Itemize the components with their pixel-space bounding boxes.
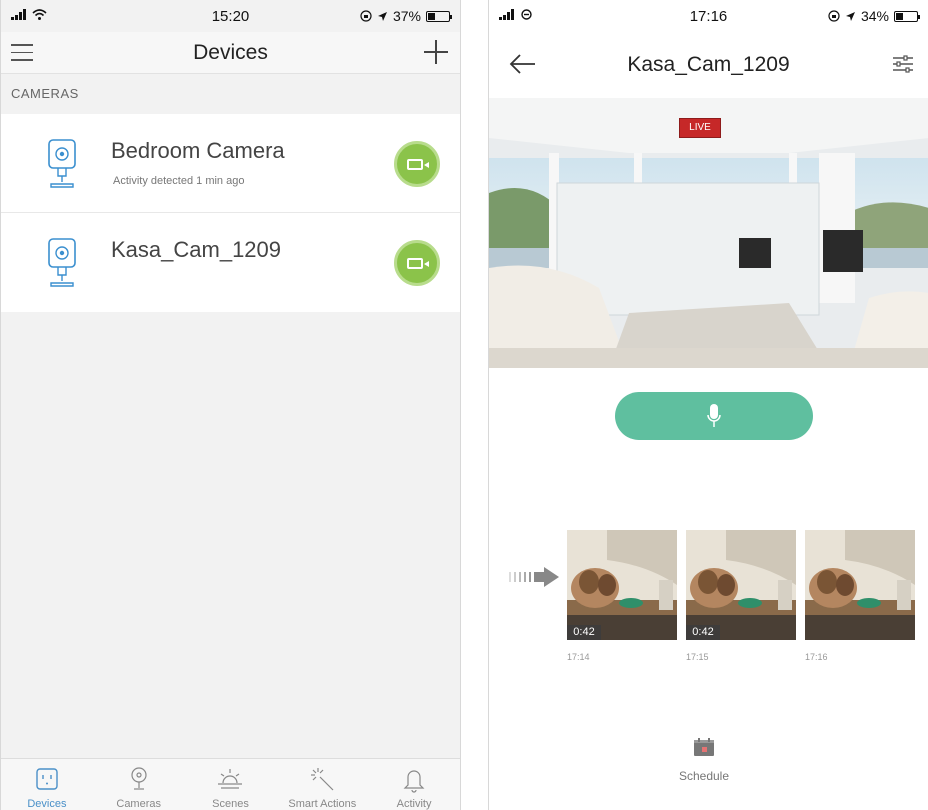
device-status: Activity detected 1 min ago	[113, 175, 245, 187]
dog-clip-image	[567, 530, 677, 640]
calendar-icon	[694, 738, 714, 756]
location-icon	[845, 11, 855, 21]
camera-device-icon	[48, 139, 76, 188]
live-camera-feed[interactable]: LIVE	[489, 98, 928, 368]
dog-clip-image	[805, 530, 915, 640]
battery-icon	[894, 10, 920, 22]
add-device-icon[interactable]	[424, 40, 448, 64]
tab-label: Cameras	[116, 798, 161, 810]
device-row-kasa-cam-1209[interactable]: Kasa_Cam_1209	[1, 213, 460, 312]
page-title: Devices	[193, 41, 268, 64]
battery-percent: 34%	[860, 8, 889, 24]
video-camera-icon	[406, 257, 429, 269]
section-label-cameras: CAMERAS	[11, 86, 79, 101]
tab-bar: Devices Cameras Scenes Smart Actions Act…	[1, 758, 460, 810]
status-bar: 17:16 34%	[489, 0, 928, 32]
clip-time: 17:16	[805, 652, 828, 662]
nav-bar: Kasa_Cam_1209	[489, 32, 928, 98]
outlet-icon	[36, 768, 58, 790]
tab-cameras[interactable]: Cameras	[93, 759, 185, 810]
tab-label: Devices	[27, 798, 67, 810]
clip-thumbnail[interactable]: 0:42	[567, 530, 677, 640]
timeline-arrow-icon	[509, 567, 559, 587]
talk-button[interactable]	[615, 392, 813, 440]
bell-icon	[403, 770, 425, 793]
settings-sliders-icon[interactable]	[892, 53, 914, 75]
schedule-button[interactable]: Schedule	[674, 738, 734, 783]
sunrise-icon	[218, 769, 243, 789]
live-view-button[interactable]	[394, 141, 440, 187]
nav-bar: Devices	[1, 32, 460, 74]
camera-screen: 17:16 34% Kasa_Cam_1209 LIVE 0:42 0:42 1…	[488, 0, 928, 810]
battery-percent: 37%	[392, 8, 421, 24]
device-list: Bedroom Camera Activity detected 1 min a…	[1, 114, 460, 312]
device-name: Bedroom Camera	[111, 138, 285, 163]
battery-icon	[426, 10, 452, 22]
clip-duration: 0:42	[567, 625, 601, 640]
tab-activity[interactable]: Activity	[368, 759, 460, 810]
tab-devices[interactable]: Devices	[1, 759, 93, 810]
microphone-icon	[707, 404, 721, 427]
page-title: Kasa_Cam_1209	[627, 53, 790, 76]
devices-screen: 15:20 37% Devices CAMERAS Bedroom Camera…	[0, 0, 461, 810]
clip-thumbnail[interactable]: 0:42	[686, 530, 796, 640]
living-room-image	[489, 98, 928, 368]
tab-label: Smart Actions	[288, 798, 357, 810]
location-icon	[377, 11, 387, 21]
device-row-bedroom-camera[interactable]: Bedroom Camera Activity detected 1 min a…	[1, 114, 460, 213]
live-view-button[interactable]	[394, 240, 440, 286]
clip-duration: 0:42	[686, 625, 720, 640]
clip-list: 0:42 0:42	[567, 530, 915, 640]
rotation-lock-icon	[360, 10, 372, 22]
tab-label: Activity	[396, 798, 432, 810]
magic-wand-icon	[311, 768, 334, 791]
status-bar: 15:20 37%	[1, 0, 460, 32]
clip-thumbnail[interactable]	[805, 530, 915, 640]
device-name: Kasa_Cam_1209	[111, 237, 282, 262]
clip-time: 17:14	[567, 652, 590, 662]
dog-clip-image	[686, 530, 796, 640]
rotation-lock-icon	[828, 10, 840, 22]
tab-scenes[interactable]: Scenes	[185, 759, 277, 810]
tab-label: Scenes	[212, 798, 249, 810]
schedule-label: Schedule	[678, 769, 730, 783]
camera-icon	[131, 767, 147, 790]
clip-time: 17:15	[686, 652, 709, 662]
video-camera-icon	[406, 158, 429, 170]
tab-smart-actions[interactable]: Smart Actions	[276, 759, 368, 810]
live-badge: LIVE	[679, 118, 721, 138]
camera-device-icon	[48, 238, 76, 287]
